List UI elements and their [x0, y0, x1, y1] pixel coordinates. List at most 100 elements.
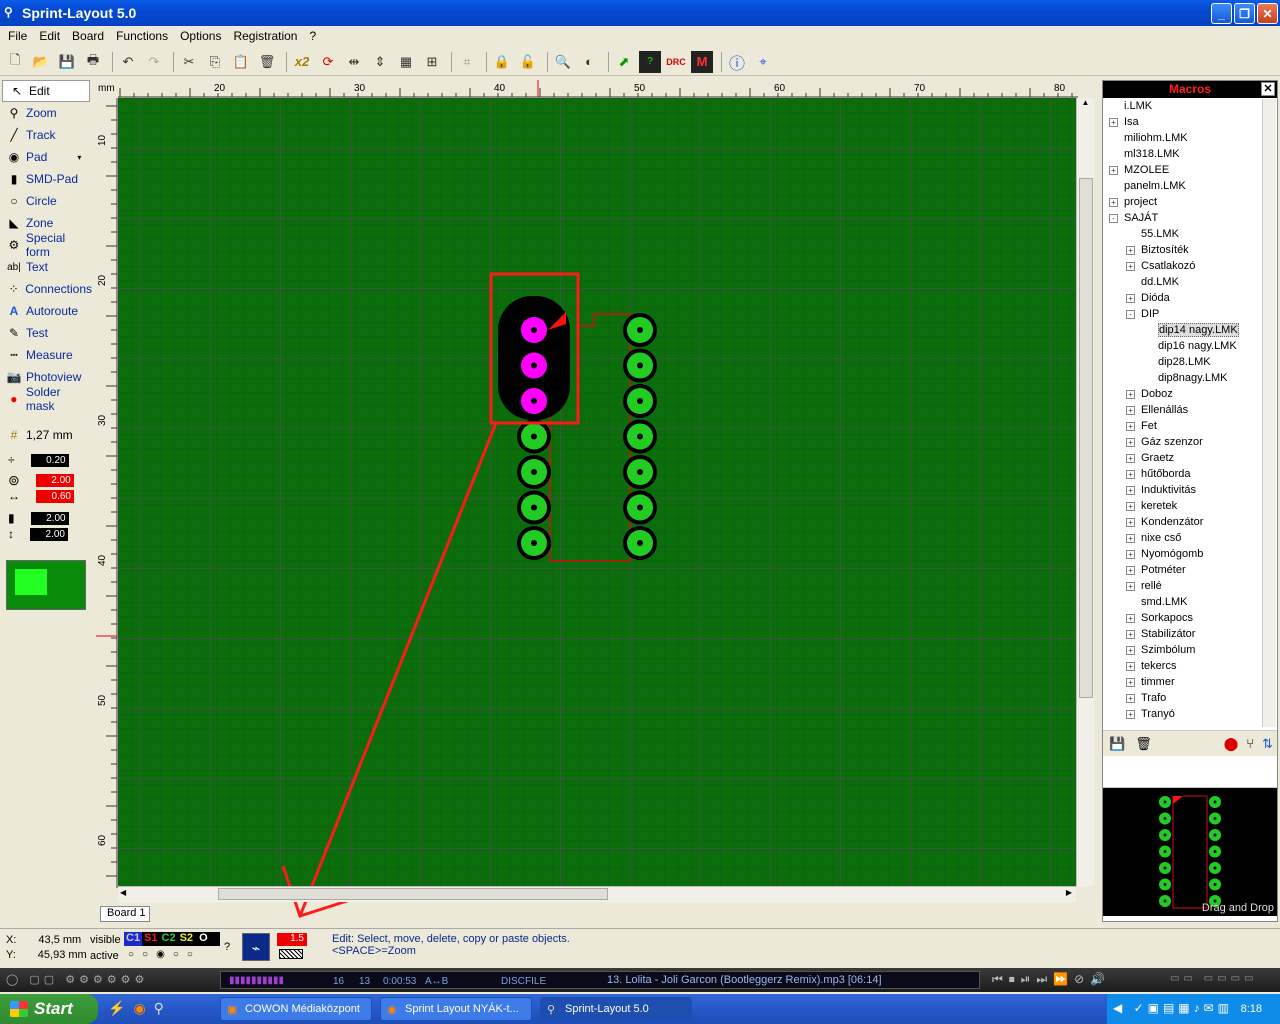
tree-expander-icon[interactable]: + [1126, 629, 1135, 639]
macro-tree-item[interactable]: + Kondenzátor [1103, 514, 1277, 530]
macro-tree-item[interactable]: - DIP [1103, 306, 1277, 322]
macro-tree-item[interactable]: + Ellenállás [1103, 402, 1277, 418]
tree-expander-icon[interactable]: + [1126, 421, 1135, 431]
tree-expander-icon[interactable]: - [1126, 309, 1135, 319]
tree-expander-icon[interactable]: + [1126, 469, 1135, 479]
snap-icon[interactable]: ⌗ [456, 51, 478, 73]
tray-icons[interactable]: ◀ ✓▣▤▦♪✉▥ [1113, 1001, 1233, 1015]
tree-expander-icon[interactable]: + [1126, 613, 1135, 623]
vertical-scrollbar[interactable]: ▲ [1076, 98, 1094, 886]
color-preview[interactable] [6, 560, 86, 610]
layer-c1[interactable]: C1 [124, 932, 143, 946]
swap-icon[interactable]: ⇅ [1262, 736, 1273, 752]
tree-expander-icon[interactable]: + [1126, 437, 1135, 447]
tree-expander-icon[interactable]: + [1126, 501, 1135, 511]
macro-tree-item[interactable]: + keretek [1103, 498, 1277, 514]
firefox-icon[interactable]: ◉ [133, 1000, 153, 1016]
track-value[interactable]: 1.5 [277, 933, 307, 946]
print-icon[interactable]: 🖶 [82, 51, 104, 73]
macro-tree-item[interactable]: + Graetz [1103, 450, 1277, 466]
tool-pad[interactable]: ◉ Pad ▾ [0, 146, 92, 168]
layer-o[interactable]: O [195, 932, 212, 946]
tree-expander-icon[interactable]: + [1126, 485, 1135, 495]
macro-tree-item[interactable]: + project [1103, 194, 1277, 210]
rotate-icon[interactable]: ⟳ [317, 51, 339, 73]
menu-help[interactable]: ? [303, 29, 322, 43]
dropdown-arrow-icon[interactable]: ▾ [77, 153, 81, 162]
tree-expander-icon[interactable]: + [1126, 389, 1135, 399]
menu-options[interactable]: Options [174, 29, 227, 43]
layer-s2[interactable]: S2 [178, 932, 195, 946]
tree-expander-icon[interactable]: + [1126, 565, 1135, 575]
tree-expander-icon[interactable]: + [1126, 245, 1135, 255]
layer-c2[interactable]: C2 [160, 932, 178, 946]
drc-icon[interactable]: DRC [665, 51, 687, 73]
hatch-icon[interactable] [279, 949, 303, 959]
redo-icon[interactable]: ↷ [143, 51, 165, 73]
macro-tree-item[interactable]: dip14 nagy.LMK [1103, 322, 1277, 338]
macro-tree-item[interactable]: + timmer [1103, 674, 1277, 690]
macro-tree-item[interactable]: panelm.LMK [1103, 178, 1277, 194]
board-canvas[interactable] [118, 98, 1076, 886]
undo-icon[interactable]: ↶ [117, 51, 139, 73]
radio-c1[interactable]: ○ [128, 949, 142, 960]
scroll-up-icon[interactable]: ▲ [1077, 98, 1094, 114]
macro-tree-item[interactable]: + tekercs [1103, 658, 1277, 674]
player-left-controls[interactable]: ◯ ▢▢ ⚙⚙⚙⚙⚙⚙ [6, 973, 148, 986]
tool-connections[interactable]: ⁘ Connections [0, 278, 92, 300]
align-icon[interactable]: ⊞ [421, 51, 443, 73]
macro-tree-item[interactable]: 55.LMK [1103, 226, 1277, 242]
macro-tree-item[interactable]: + Trafo [1103, 690, 1277, 706]
tree-expander-icon[interactable]: + [1109, 117, 1118, 127]
player-window-controls[interactable]: ▭▭ ▭▭▭▭ [1170, 973, 1257, 984]
macro-tree-item[interactable]: + Fet [1103, 418, 1277, 434]
macro-tree-item[interactable]: + hűtőborda [1103, 466, 1277, 482]
cut-icon[interactable]: ✂ [178, 51, 200, 73]
tool-text[interactable]: ab| Text [0, 256, 92, 278]
x2-icon[interactable]: x2 [291, 51, 313, 73]
delete-icon[interactable]: 🗑 [256, 51, 278, 73]
pad-outer-value[interactable]: 2.00 [35, 473, 74, 487]
crop-icon[interactable]: ⌖ [752, 51, 774, 73]
macro-tree-item[interactable]: + Dióda [1103, 290, 1277, 306]
macro-preview[interactable]: Drag and Drop [1103, 788, 1277, 916]
tree-expander-icon[interactable]: + [1109, 197, 1118, 207]
macro-tree-item[interactable]: + Isa [1103, 114, 1277, 130]
macro-tree-scrollbar[interactable] [1262, 99, 1276, 727]
tree-expander-icon[interactable]: + [1126, 453, 1135, 463]
paste-icon[interactable]: 📋 [230, 51, 252, 73]
tool-edit[interactable]: ↖ Edit [2, 80, 90, 102]
tree-expander-icon[interactable]: + [1126, 261, 1135, 271]
tree-expander-icon[interactable]: + [1126, 405, 1135, 415]
macro-tree-item[interactable]: miliohm.LMK [1103, 130, 1277, 146]
minimize-button[interactable]: _ [1211, 3, 1232, 24]
macro-tree-item[interactable]: + Szimbólum [1103, 642, 1277, 658]
tool-test[interactable]: ✎ Test [0, 322, 92, 344]
task-sprint-layout[interactable]: ⚲ Sprint-Layout 5.0 [540, 997, 692, 1021]
macro-tree-item[interactable]: i.LMK [1103, 98, 1277, 114]
macro-tree-item[interactable]: + Stabilizátor [1103, 626, 1277, 642]
tool-solder-mask[interactable]: ● Solder mask [0, 385, 92, 413]
macro-tree-item[interactable]: ml318.LMK [1103, 146, 1277, 162]
macro-tree-item[interactable]: dd.LMK [1103, 274, 1277, 290]
macro-tree-item[interactable]: dip28.LMK [1103, 354, 1277, 370]
lock-icon[interactable]: 🔒 [491, 51, 513, 73]
menu-file[interactable]: File [2, 29, 33, 43]
horizontal-scroll-thumb[interactable] [218, 888, 608, 900]
radio-c2[interactable]: ◉ [156, 949, 173, 960]
close-icon[interactable]: ✕ [1261, 82, 1275, 96]
board-drawing[interactable] [118, 98, 1076, 886]
start-button[interactable]: Start [0, 994, 98, 1024]
track-width-value[interactable]: 0.20 [30, 453, 69, 467]
macro-tree-item[interactable]: + Tranyó [1103, 706, 1277, 722]
player-transport-controls[interactable]: ⏮⏹⏯⏭⏩⊘🔊 [992, 972, 1111, 987]
scroll-right-icon[interactable]: ▶ [1066, 888, 1072, 897]
macro-icon[interactable]: M [691, 50, 713, 73]
mirror-h-icon[interactable]: ⇹ [343, 51, 365, 73]
macro-tree-item[interactable]: smd.LMK [1103, 594, 1277, 610]
tree-expander-icon[interactable]: + [1126, 293, 1135, 303]
tree-expander-icon[interactable]: + [1126, 581, 1135, 591]
info-icon[interactable]: ⓘ [726, 51, 748, 73]
task-sprint-nyak[interactable]: ◉ Sprint Layout NYÁK-t... [380, 997, 532, 1021]
branch-icon[interactable]: ⑂ [1246, 736, 1254, 751]
